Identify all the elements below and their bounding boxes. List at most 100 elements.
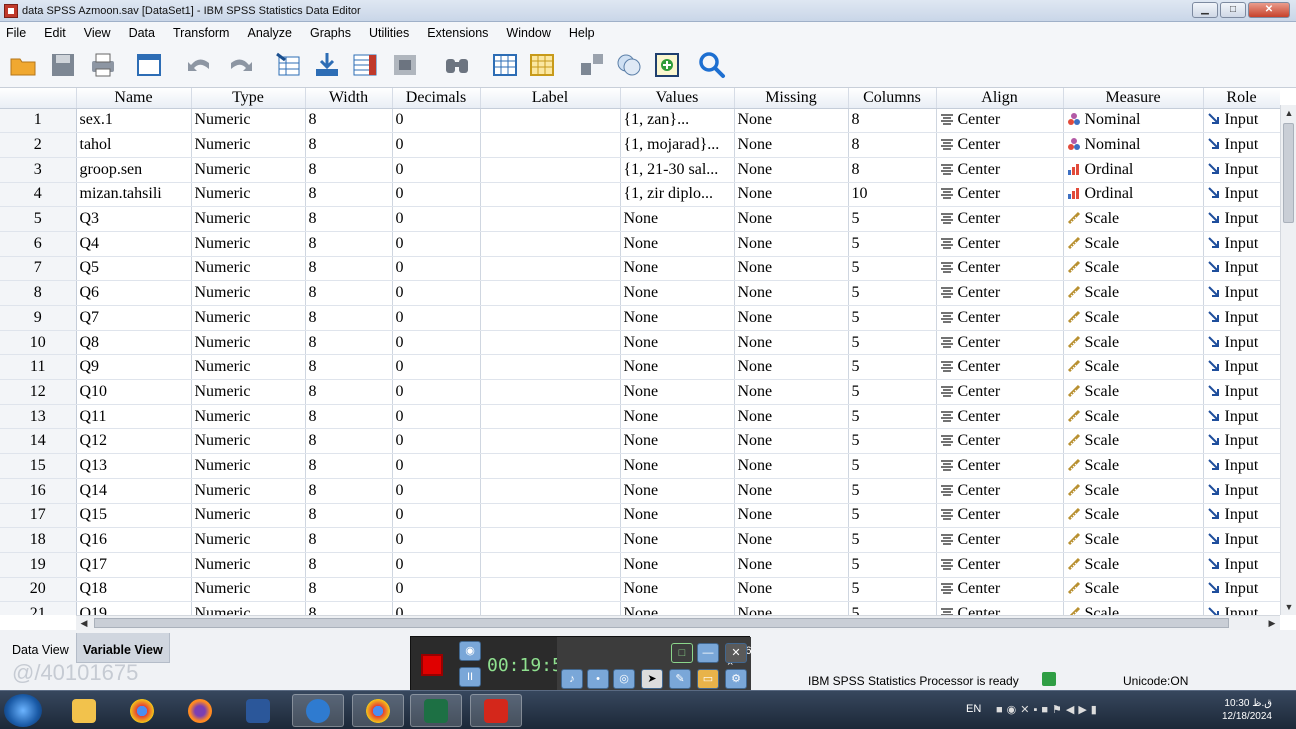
- row-number[interactable]: 11: [0, 354, 77, 381]
- language-indicator[interactable]: EN: [966, 703, 981, 715]
- row-number[interactable]: 9: [0, 305, 77, 331]
- row-number[interactable]: 12: [0, 379, 77, 405]
- cell-columns[interactable]: 8: [848, 132, 937, 158]
- row-number[interactable]: 10: [0, 330, 77, 356]
- cell-label[interactable]: [480, 108, 621, 134]
- cell-label[interactable]: [480, 404, 621, 430]
- cell-align[interactable]: Center: [936, 404, 1064, 430]
- table-row[interactable]: 2 tahol Numeric 8 0 {1, mojarad}... None 8 Cente…: [0, 132, 1280, 158]
- cell-label[interactable]: [480, 182, 621, 208]
- cell-values[interactable]: {1, zir diplo...: [620, 182, 735, 208]
- cell-role[interactable]: Input: [1203, 231, 1280, 257]
- scroll-up-icon[interactable]: ▲: [1281, 105, 1296, 121]
- cell-role[interactable]: Input: [1203, 206, 1280, 232]
- cell-values[interactable]: None: [620, 280, 735, 306]
- open-folder-icon[interactable]: [8, 50, 38, 80]
- cell-measure[interactable]: Scale: [1063, 503, 1204, 529]
- cell-label[interactable]: [480, 256, 621, 282]
- file-explorer-icon[interactable]: [58, 694, 110, 727]
- table-row[interactable]: 6 Q4 Numeric 8 0 None None 5 Center Scale Input: [0, 231, 1280, 257]
- cell-label[interactable]: [480, 206, 621, 232]
- cell-measure[interactable]: Ordinal: [1063, 182, 1204, 208]
- undo-icon[interactable]: [184, 50, 214, 80]
- table-row[interactable]: 3 groop.sen Numeric 8 0 {1, 21-30 sal... None 8…: [0, 157, 1280, 183]
- cell-decimals[interactable]: 0: [392, 478, 481, 504]
- menu-edit[interactable]: Edit: [44, 26, 66, 40]
- cell-missing[interactable]: None: [734, 108, 849, 134]
- corner-cell[interactable]: [0, 88, 77, 109]
- run-descriptives-icon[interactable]: [390, 50, 420, 80]
- cell-role[interactable]: Input: [1203, 157, 1280, 183]
- col-header-measure[interactable]: Measure: [1063, 88, 1204, 109]
- cell-measure[interactable]: Scale: [1063, 354, 1204, 381]
- region-icon[interactable]: □: [671, 643, 693, 663]
- cell-values[interactable]: None: [620, 404, 735, 430]
- cell-type[interactable]: Numeric: [191, 182, 306, 208]
- cell-missing[interactable]: None: [734, 231, 849, 257]
- weight-cases-icon[interactable]: [527, 50, 557, 80]
- cell-width[interactable]: 8: [305, 108, 393, 134]
- cell-align[interactable]: Center: [936, 379, 1064, 405]
- table-row[interactable]: 17 Q15 Numeric 8 0 None None 5 Center Scale Input: [0, 503, 1280, 529]
- row-number[interactable]: 3: [0, 157, 77, 183]
- row-number[interactable]: 13: [0, 404, 77, 430]
- cell-columns[interactable]: 5: [848, 527, 937, 553]
- cell-role[interactable]: Input: [1203, 330, 1280, 356]
- close-button[interactable]: ✕: [1248, 2, 1290, 18]
- cell-width[interactable]: 8: [305, 157, 393, 183]
- webcam-icon[interactable]: ◎: [613, 669, 635, 689]
- cell-type[interactable]: Numeric: [191, 206, 306, 232]
- col-header-width[interactable]: Width: [305, 88, 393, 109]
- cell-width[interactable]: 8: [305, 453, 393, 479]
- cell-missing[interactable]: None: [734, 256, 849, 282]
- cell-width[interactable]: 8: [305, 428, 393, 455]
- col-header-name[interactable]: Name: [76, 88, 192, 109]
- menu-view[interactable]: View: [84, 26, 111, 40]
- cell-label[interactable]: [480, 231, 621, 257]
- cell-name[interactable]: sex.1: [76, 108, 192, 134]
- cell-missing[interactable]: None: [734, 330, 849, 356]
- cell-width[interactable]: 8: [305, 280, 393, 306]
- row-number[interactable]: 21: [0, 601, 77, 615]
- cell-width[interactable]: 8: [305, 231, 393, 257]
- cell-role[interactable]: Input: [1203, 478, 1280, 504]
- cell-values[interactable]: None: [620, 379, 735, 405]
- table-row[interactable]: 20 Q18 Numeric 8 0 None None 5 Center Scale Input: [0, 577, 1280, 603]
- cell-decimals[interactable]: 0: [392, 157, 481, 183]
- cell-role[interactable]: Input: [1203, 428, 1280, 455]
- cell-label[interactable]: [480, 280, 621, 306]
- col-header-missing[interactable]: Missing: [734, 88, 849, 109]
- menu-data[interactable]: Data: [129, 26, 155, 40]
- settings-gear-icon[interactable]: ⚙: [725, 669, 747, 689]
- row-number[interactable]: 5: [0, 206, 77, 232]
- cell-label[interactable]: [480, 354, 621, 381]
- cell-role[interactable]: Input: [1203, 379, 1280, 405]
- cell-columns[interactable]: 5: [848, 577, 937, 603]
- cell-measure[interactable]: Scale: [1063, 231, 1204, 257]
- cell-values[interactable]: None: [620, 453, 735, 479]
- cell-align[interactable]: Center: [936, 108, 1064, 134]
- cell-decimals[interactable]: 0: [392, 206, 481, 232]
- cell-missing[interactable]: None: [734, 354, 849, 381]
- cell-name[interactable]: Q3: [76, 206, 192, 232]
- cell-columns[interactable]: 5: [848, 305, 937, 331]
- cell-missing[interactable]: None: [734, 206, 849, 232]
- cell-name[interactable]: groop.sen: [76, 157, 192, 183]
- row-number[interactable]: 2: [0, 132, 77, 158]
- cell-values[interactable]: None: [620, 231, 735, 257]
- cell-decimals[interactable]: 0: [392, 132, 481, 158]
- goto-variable-icon[interactable]: [312, 50, 342, 80]
- cell-type[interactable]: Numeric: [191, 132, 306, 158]
- cell-role[interactable]: Input: [1203, 108, 1280, 134]
- word-icon[interactable]: [232, 694, 284, 727]
- cell-width[interactable]: 8: [305, 404, 393, 430]
- row-number[interactable]: 1: [0, 108, 77, 134]
- scroll-left-icon[interactable]: ◀: [76, 616, 92, 631]
- cell-label[interactable]: [480, 305, 621, 331]
- cell-align[interactable]: Center: [936, 552, 1064, 578]
- cell-role[interactable]: Input: [1203, 132, 1280, 158]
- cell-role[interactable]: Input: [1203, 453, 1280, 479]
- table-row[interactable]: 10 Q8 Numeric 8 0 None None 5 Center Scale Input: [0, 330, 1280, 356]
- cell-name[interactable]: Q19: [76, 601, 192, 615]
- menu-help[interactable]: Help: [569, 26, 595, 40]
